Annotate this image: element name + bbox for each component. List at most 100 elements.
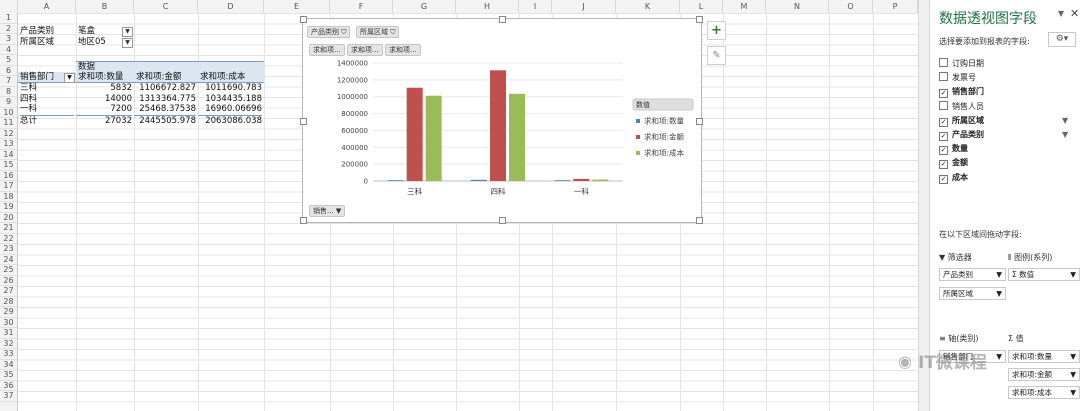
row-header[interactable]: 2 [0, 24, 17, 34]
checkbox-checked-icon[interactable]: ✓ [939, 132, 948, 141]
resize-handle[interactable] [499, 217, 506, 224]
row-header[interactable]: 15 [0, 160, 17, 171]
row-header[interactable]: 35 [0, 370, 17, 381]
column-header[interactable]: E [264, 0, 330, 13]
row-header[interactable]: 29 [0, 307, 17, 318]
row-header[interactable]: 32 [0, 339, 17, 349]
column-header[interactable]: L [680, 0, 723, 13]
gear-icon[interactable]: ⚙▾ [1048, 32, 1076, 47]
field-list-item[interactable]: ✓ 数量 [939, 143, 968, 156]
row-header[interactable]: 33 [0, 349, 17, 360]
row-header[interactable]: 25 [0, 265, 17, 276]
filter-pill[interactable]: 产品类别 ▼ [939, 268, 1006, 281]
column-header[interactable]: I [519, 0, 552, 13]
column-header[interactable]: P [873, 0, 918, 13]
pivot-row-label[interactable]: 三科 [20, 83, 74, 94]
row-header[interactable]: 27 [0, 286, 17, 297]
pivot-value-cell[interactable]: 1106672.827 [134, 83, 196, 94]
resize-handle[interactable] [300, 118, 307, 125]
value-pill[interactable]: 求和项:金额 ▼ [1008, 368, 1080, 381]
column-header[interactable]: G [393, 0, 456, 13]
row-header[interactable]: 23 [0, 244, 17, 255]
row-header[interactable]: 13 [0, 139, 17, 150]
filter-value-category[interactable]: 笔盒 [78, 26, 95, 37]
pivot-row-label[interactable]: 一科 [20, 104, 74, 115]
pivot-chart[interactable]: 产品类别 ⛉ 所属区域 ⛉ 求和项... 求和项... 求和项... 销售...… [300, 16, 703, 224]
filter-dropdown-icon[interactable]: ▼ [122, 27, 133, 37]
resize-handle[interactable] [300, 16, 307, 23]
row-header[interactable]: 31 [0, 328, 17, 339]
column-header[interactable]: O [829, 0, 873, 13]
funnel-icon[interactable]: ▼ [1062, 115, 1068, 126]
checkbox-icon[interactable] [939, 72, 948, 82]
resize-handle[interactable] [696, 118, 703, 125]
row-header[interactable]: 6 [0, 66, 17, 76]
resize-handle[interactable] [696, 16, 703, 23]
checkbox-checked-icon[interactable]: ✓ [939, 160, 948, 170]
row-header[interactable]: 10 [0, 108, 17, 118]
pivot-value-cell[interactable]: 2445505.978 [134, 114, 196, 127]
field-list-item[interactable]: ✓ 成本 [939, 172, 968, 184]
column-header[interactable]: K [616, 0, 680, 13]
pivot-value-cell[interactable]: 1034435.188 [198, 94, 262, 105]
field-list-item[interactable]: 发票号 [939, 72, 976, 83]
row-header[interactable]: 9 [0, 97, 17, 108]
row-header[interactable]: 3 [0, 34, 17, 45]
field-list-item[interactable]: ✓ 销售部门 [939, 86, 984, 99]
field-list-item[interactable]: ✓ 产品类别 [939, 129, 984, 141]
pivot-value-cell[interactable]: 1313364.775 [134, 94, 196, 105]
row-field-dropdown-icon[interactable]: ▼ [64, 73, 75, 83]
column-header[interactable]: D [198, 0, 264, 13]
checkbox-checked-icon[interactable]: ✓ [939, 174, 948, 184]
column-header[interactable]: C [134, 0, 198, 13]
pivot-row-label[interactable]: 四科 [20, 94, 74, 105]
row-header[interactable]: 34 [0, 360, 17, 370]
pivot-value-cell[interactable]: 14000 [76, 94, 132, 105]
checkbox-icon[interactable] [939, 100, 948, 110]
row-header[interactable]: 28 [0, 297, 17, 307]
resize-handle[interactable] [696, 217, 703, 224]
row-header[interactable]: 18 [0, 192, 17, 202]
pivot-value-cell[interactable]: 1011690.783 [198, 83, 262, 94]
row-header[interactable]: 11 [0, 118, 17, 129]
grand-total-label[interactable]: 总计 [20, 114, 74, 127]
row-header[interactable]: 21 [0, 223, 17, 234]
filter-pill[interactable]: 所属区域 ▼ [939, 287, 1006, 300]
checkbox-checked-icon[interactable]: ✓ [939, 117, 948, 127]
resize-handle[interactable] [300, 217, 307, 224]
column-header[interactable]: N [766, 0, 829, 13]
resize-handle[interactable] [499, 16, 506, 23]
field-list-item[interactable]: 订购日期 [939, 58, 984, 69]
field-list-item[interactable]: 销售人员 [939, 100, 984, 112]
chart-styles-brush-icon[interactable]: ✎ [707, 46, 726, 65]
row-header[interactable]: 24 [0, 255, 17, 265]
row-header[interactable]: 1 [0, 13, 17, 24]
legend-pill[interactable]: Σ 数值 ▼ [1008, 268, 1080, 281]
field-list-item[interactable]: ✓ 所属区域 [939, 115, 984, 127]
column-header[interactable]: A [18, 0, 76, 13]
row-header[interactable]: 5 [0, 55, 17, 66]
pivot-value-cell[interactable]: 7200 [76, 104, 132, 115]
row-header[interactable]: 26 [0, 276, 17, 286]
row-header[interactable]: 20 [0, 213, 17, 223]
close-icon[interactable]: ✕ [1070, 7, 1079, 20]
checkbox-icon[interactable] [939, 58, 948, 67]
row-header[interactable]: 19 [0, 202, 17, 213]
checkbox-checked-icon[interactable]: ✓ [939, 89, 948, 99]
value-pill[interactable]: 求和项:成本 ▼ [1008, 386, 1080, 399]
column-header[interactable]: B [76, 0, 134, 13]
row-header[interactable]: 36 [0, 381, 17, 391]
column-header[interactable]: F [330, 0, 393, 13]
row-header[interactable]: 22 [0, 234, 17, 244]
select-all-corner[interactable] [0, 0, 18, 13]
row-header[interactable]: 7 [0, 76, 17, 87]
worksheet[interactable]: ABCDEFGHIJKLMNOPQ 1234567891011121314151… [0, 0, 918, 411]
row-header[interactable]: 8 [0, 87, 17, 97]
row-header[interactable]: 37 [0, 391, 17, 402]
pane-options-chevron-icon[interactable]: ▼ [1058, 9, 1064, 18]
column-header[interactable]: J [552, 0, 616, 13]
column-header[interactable]: M [723, 0, 766, 13]
pivot-value-cell[interactable]: 25468.37538 [134, 104, 196, 115]
chart-elements-plus-icon[interactable]: + [707, 21, 726, 40]
row-header[interactable]: 14 [0, 150, 17, 160]
